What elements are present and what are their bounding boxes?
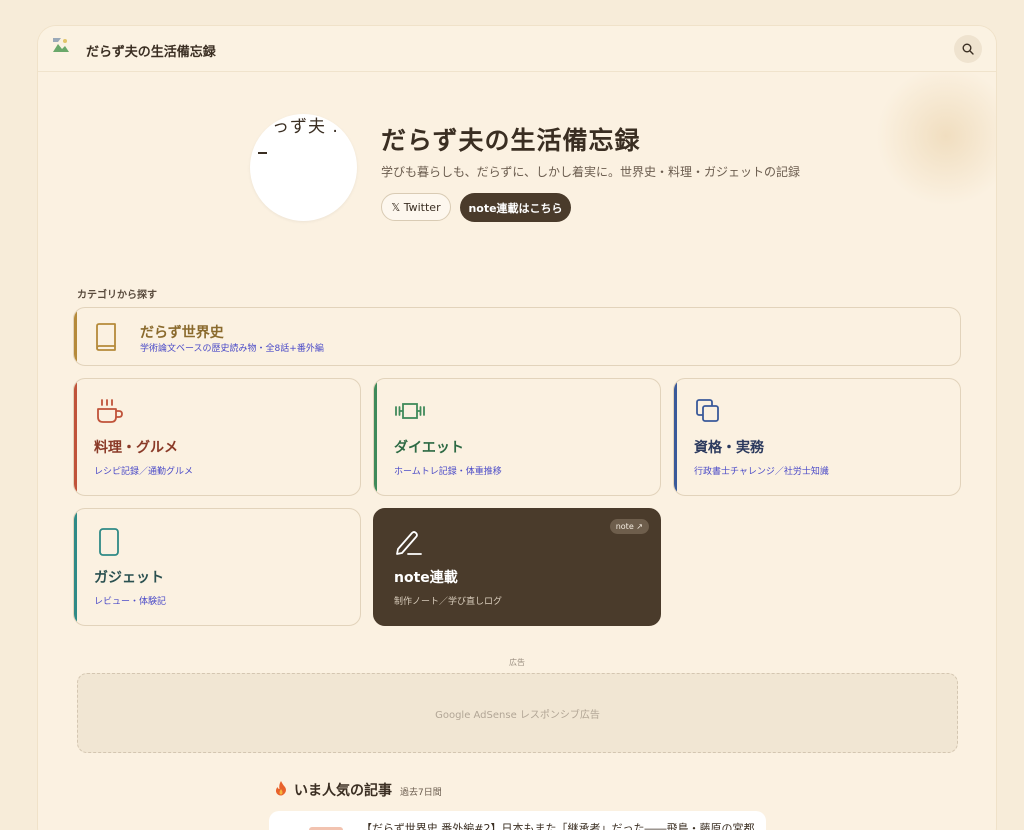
card-subtitle: 制作ノート／学び直しログ	[394, 597, 503, 607]
card-subtitle: ホームトレ記録・体重推移	[394, 467, 502, 477]
card-accent	[374, 379, 377, 495]
article-title[interactable]: 【だらず世界史 番外編#2】日本もまた「継承者」だった――飛鳥・藤原の宮都	[361, 820, 761, 830]
category-card-world-history[interactable]: だらず世界史 学術論文ベースの歴史読み物・全8話+番外編	[73, 307, 961, 366]
fire-icon	[274, 780, 288, 800]
card-accent	[74, 509, 77, 625]
ad-placeholder: Google AdSense レスポンシブ広告	[435, 709, 600, 721]
site-name[interactable]: だらず夫の生活備忘録	[86, 41, 216, 60]
card-title: 資格・実務	[694, 440, 764, 456]
background-glow	[876, 66, 996, 206]
profile-avatar: っず夫 .	[250, 114, 357, 221]
ad-label: 広告	[509, 658, 525, 667]
popular-header: いま人気の記事 過去7日間	[274, 780, 442, 800]
card-title: 料理・グルメ	[94, 440, 178, 456]
card-subtitle: 行政書士チャレンジ／社労士知識	[694, 467, 829, 477]
pen-icon	[394, 527, 426, 561]
search-icon	[962, 43, 974, 55]
top-bar: だらず夫の生活備忘録	[38, 26, 996, 72]
card-subtitle: レビュー・体験記	[94, 597, 167, 607]
copy-icon	[694, 397, 726, 429]
card-subtitle: レシピ記録／通勤グルメ	[94, 467, 194, 477]
popular-title: いま人気の記事	[294, 783, 392, 799]
card-title: ガジェット	[94, 570, 164, 586]
book-icon	[94, 322, 118, 356]
popular-period: 過去7日間	[400, 788, 442, 798]
dumbbell-icon	[394, 397, 426, 429]
card-title: note連載	[394, 570, 458, 586]
card-accent	[74, 308, 77, 365]
avatar-text: っず夫 .	[272, 117, 339, 137]
popular-article-card[interactable]: 【だらず世界史 番外編#2】日本もまた「継承者」だった――飛鳥・藤原の宮都	[269, 811, 766, 830]
coffee-cup-icon	[94, 397, 126, 429]
note-series-button[interactable]: note連載はこちら	[460, 193, 571, 222]
category-card-gadget[interactable]: ガジェット レビュー・体験記	[73, 508, 361, 626]
search-button[interactable]	[954, 35, 982, 63]
hero-tagline: 学びも暮らしも、だらずに、しかし着実に。世界史・料理・ガジェットの記録	[381, 165, 801, 179]
card-accent	[674, 379, 677, 495]
twitter-button[interactable]: 𝕏 Twitter	[381, 193, 451, 221]
category-card-cooking[interactable]: 料理・グルメ レシピ記録／通勤グルメ	[73, 378, 361, 496]
category-card-note[interactable]: note ↗ note連載 制作ノート／学び直しログ	[373, 508, 661, 626]
category-section-label: カテゴリから探す	[77, 290, 157, 301]
category-card-qualification[interactable]: 資格・実務 行政書士チャレンジ／社労士知識	[673, 378, 961, 496]
smartphone-icon	[94, 527, 126, 561]
page-frame: だらず夫の生活備忘録 っず夫 . だらず夫の生活備忘録 学びも暮らしも、だらずに…	[38, 26, 996, 830]
avatar-mark	[258, 152, 267, 154]
note-external-badge: note ↗	[609, 519, 649, 534]
hero-title: だらず夫の生活備忘録	[381, 126, 641, 155]
card-accent	[74, 379, 77, 495]
category-card-diet[interactable]: ダイエット ホームトレ記録・体重推移	[373, 378, 661, 496]
card-title: だらず世界史	[140, 325, 224, 341]
card-title: ダイエット	[394, 440, 464, 456]
site-logo-icon[interactable]	[52, 36, 70, 54]
card-subtitle: 学術論文ベースの歴史読み物・全8話+番外編	[140, 344, 324, 354]
ad-slot[interactable]: Google AdSense レスポンシブ広告	[77, 673, 958, 753]
